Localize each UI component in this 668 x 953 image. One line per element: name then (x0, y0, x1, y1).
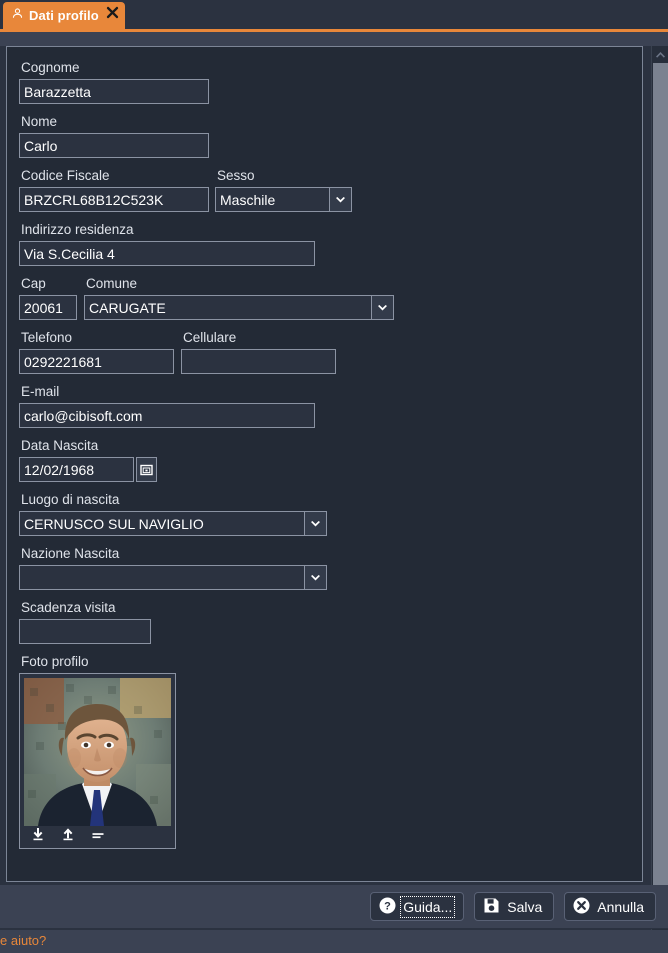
guida-button-label: Guida... (400, 895, 456, 918)
label-cognome: Cognome (21, 60, 80, 75)
label-luogo-nascita: Luogo di nascita (21, 492, 120, 507)
combo-comune[interactable]: CARUGATE (84, 295, 394, 320)
field-group-cap-comune: Cap 20061 Comune CARUGATE (19, 275, 642, 320)
field-codice-fiscale: Codice Fiscale BRZCRL68B12C523K (19, 167, 209, 212)
input-telefono[interactable]: 0292221681 (19, 349, 174, 374)
field-sesso: Sesso Maschile (215, 167, 352, 212)
label-codice-fiscale: Codice Fiscale (21, 168, 110, 183)
combo-nazione-nascita[interactable] (19, 565, 327, 590)
field-foto-profilo: Foto profilo (19, 653, 642, 849)
input-indirizzo[interactable]: Via S.Cecilia 4 (19, 241, 315, 266)
input-scadenza-visita[interactable] (19, 619, 151, 644)
combo-sesso-value: Maschile (216, 188, 329, 211)
input-codice-fiscale[interactable]: BRZCRL68B12C523K (19, 187, 209, 212)
date-nascita-group: 12/02/1968 (19, 457, 642, 482)
calendar-icon[interactable] (136, 457, 157, 482)
tab-dati-profilo[interactable]: Dati profilo (3, 2, 125, 29)
label-cellulare: Cellulare (183, 330, 237, 345)
input-cognome[interactable]: Barazzetta (19, 79, 209, 104)
combo-luogo-nascita-value: CERNUSCO SUL NAVIGLIO (20, 512, 304, 535)
status-text[interactable]: e aiuto? (0, 933, 46, 948)
toolbar-strip (0, 32, 668, 46)
field-group-telefono-cellulare: Telefono 0292221681 Cellulare (19, 329, 642, 374)
profile-form: Cognome Barazzetta Nome Carlo Codice Fis… (7, 47, 642, 849)
status-bar: e aiuto? (0, 930, 668, 953)
field-comune: Comune CARUGATE (84, 275, 394, 320)
combo-comune-value: CARUGATE (85, 296, 371, 319)
list-icon[interactable] (91, 828, 105, 847)
avatar[interactable] (24, 678, 171, 826)
salva-button-label: Salva (507, 898, 543, 915)
upload-icon[interactable] (61, 827, 75, 847)
guida-button[interactable]: ? Guida... (370, 892, 465, 921)
field-nazione-nascita: Nazione Nascita (19, 545, 642, 590)
tab-label: Dati profilo (29, 8, 99, 23)
field-cellulare: Cellulare (181, 329, 336, 374)
field-scadenza-visita: Scadenza visita (19, 599, 642, 644)
input-cap[interactable]: 20061 (19, 295, 77, 320)
annulla-button[interactable]: Annulla (564, 892, 656, 921)
label-nome: Nome (21, 114, 58, 129)
field-indirizzo: Indirizzo residenza Via S.Cecilia 4 (19, 221, 642, 266)
chevron-down-icon[interactable] (304, 512, 326, 535)
field-email: E-mail carlo@cibisoft.com (19, 383, 642, 428)
label-foto-profilo: Foto profilo (21, 654, 89, 669)
photo-toolbar (24, 826, 171, 848)
field-telefono: Telefono 0292221681 (19, 329, 174, 374)
chevron-down-icon[interactable] (329, 188, 351, 211)
field-cap: Cap 20061 (19, 275, 77, 320)
cancel-icon (573, 897, 590, 917)
field-group-codice-sesso: Codice Fiscale BRZCRL68B12C523K Sesso Ma… (19, 167, 642, 212)
chevron-down-icon[interactable] (371, 296, 393, 319)
chevron-up-icon[interactable] (652, 46, 668, 63)
person-icon (11, 7, 24, 25)
photo-box (19, 673, 176, 849)
input-nome[interactable]: Carlo (19, 133, 209, 158)
dialog-footer: ? Guida... Salva Annulla (0, 885, 668, 929)
label-scadenza-visita: Scadenza visita (21, 600, 116, 615)
label-data-nascita: Data Nascita (21, 438, 99, 453)
svg-text:?: ? (384, 900, 391, 912)
vertical-scrollbar[interactable] (651, 46, 668, 930)
salva-button[interactable]: Salva (474, 892, 555, 921)
input-cellulare[interactable] (181, 349, 336, 374)
combo-sesso[interactable]: Maschile (215, 187, 352, 212)
label-nazione-nascita: Nazione Nascita (21, 546, 120, 561)
combo-luogo-nascita[interactable]: CERNUSCO SUL NAVIGLIO (19, 511, 327, 536)
input-email[interactable]: carlo@cibisoft.com (19, 403, 315, 428)
label-sesso: Sesso (217, 168, 255, 183)
annulla-button-label: Annulla (597, 898, 644, 915)
label-telefono: Telefono (21, 330, 73, 345)
label-comune: Comune (86, 276, 138, 291)
input-data-nascita[interactable]: 12/02/1968 (19, 457, 134, 482)
download-icon[interactable] (31, 827, 45, 847)
field-data-nascita: Data Nascita 12/02/1968 (19, 437, 642, 482)
chevron-down-icon[interactable] (304, 566, 326, 589)
field-luogo-nascita: Luogo di nascita CERNUSCO SUL NAVIGLIO (19, 491, 642, 536)
tab-bar: Dati profilo (0, 0, 668, 29)
label-cap: Cap (21, 276, 46, 291)
close-icon[interactable] (106, 6, 119, 19)
scrollbar-thumb[interactable] (653, 63, 668, 887)
label-indirizzo: Indirizzo residenza (21, 222, 134, 237)
profile-form-panel: Cognome Barazzetta Nome Carlo Codice Fis… (6, 46, 643, 882)
save-icon (483, 897, 500, 917)
combo-nazione-nascita-value (20, 566, 304, 589)
field-cognome: Cognome Barazzetta (19, 59, 642, 104)
help-icon: ? (379, 897, 396, 917)
field-nome: Nome Carlo (19, 113, 642, 158)
label-email: E-mail (21, 384, 60, 399)
